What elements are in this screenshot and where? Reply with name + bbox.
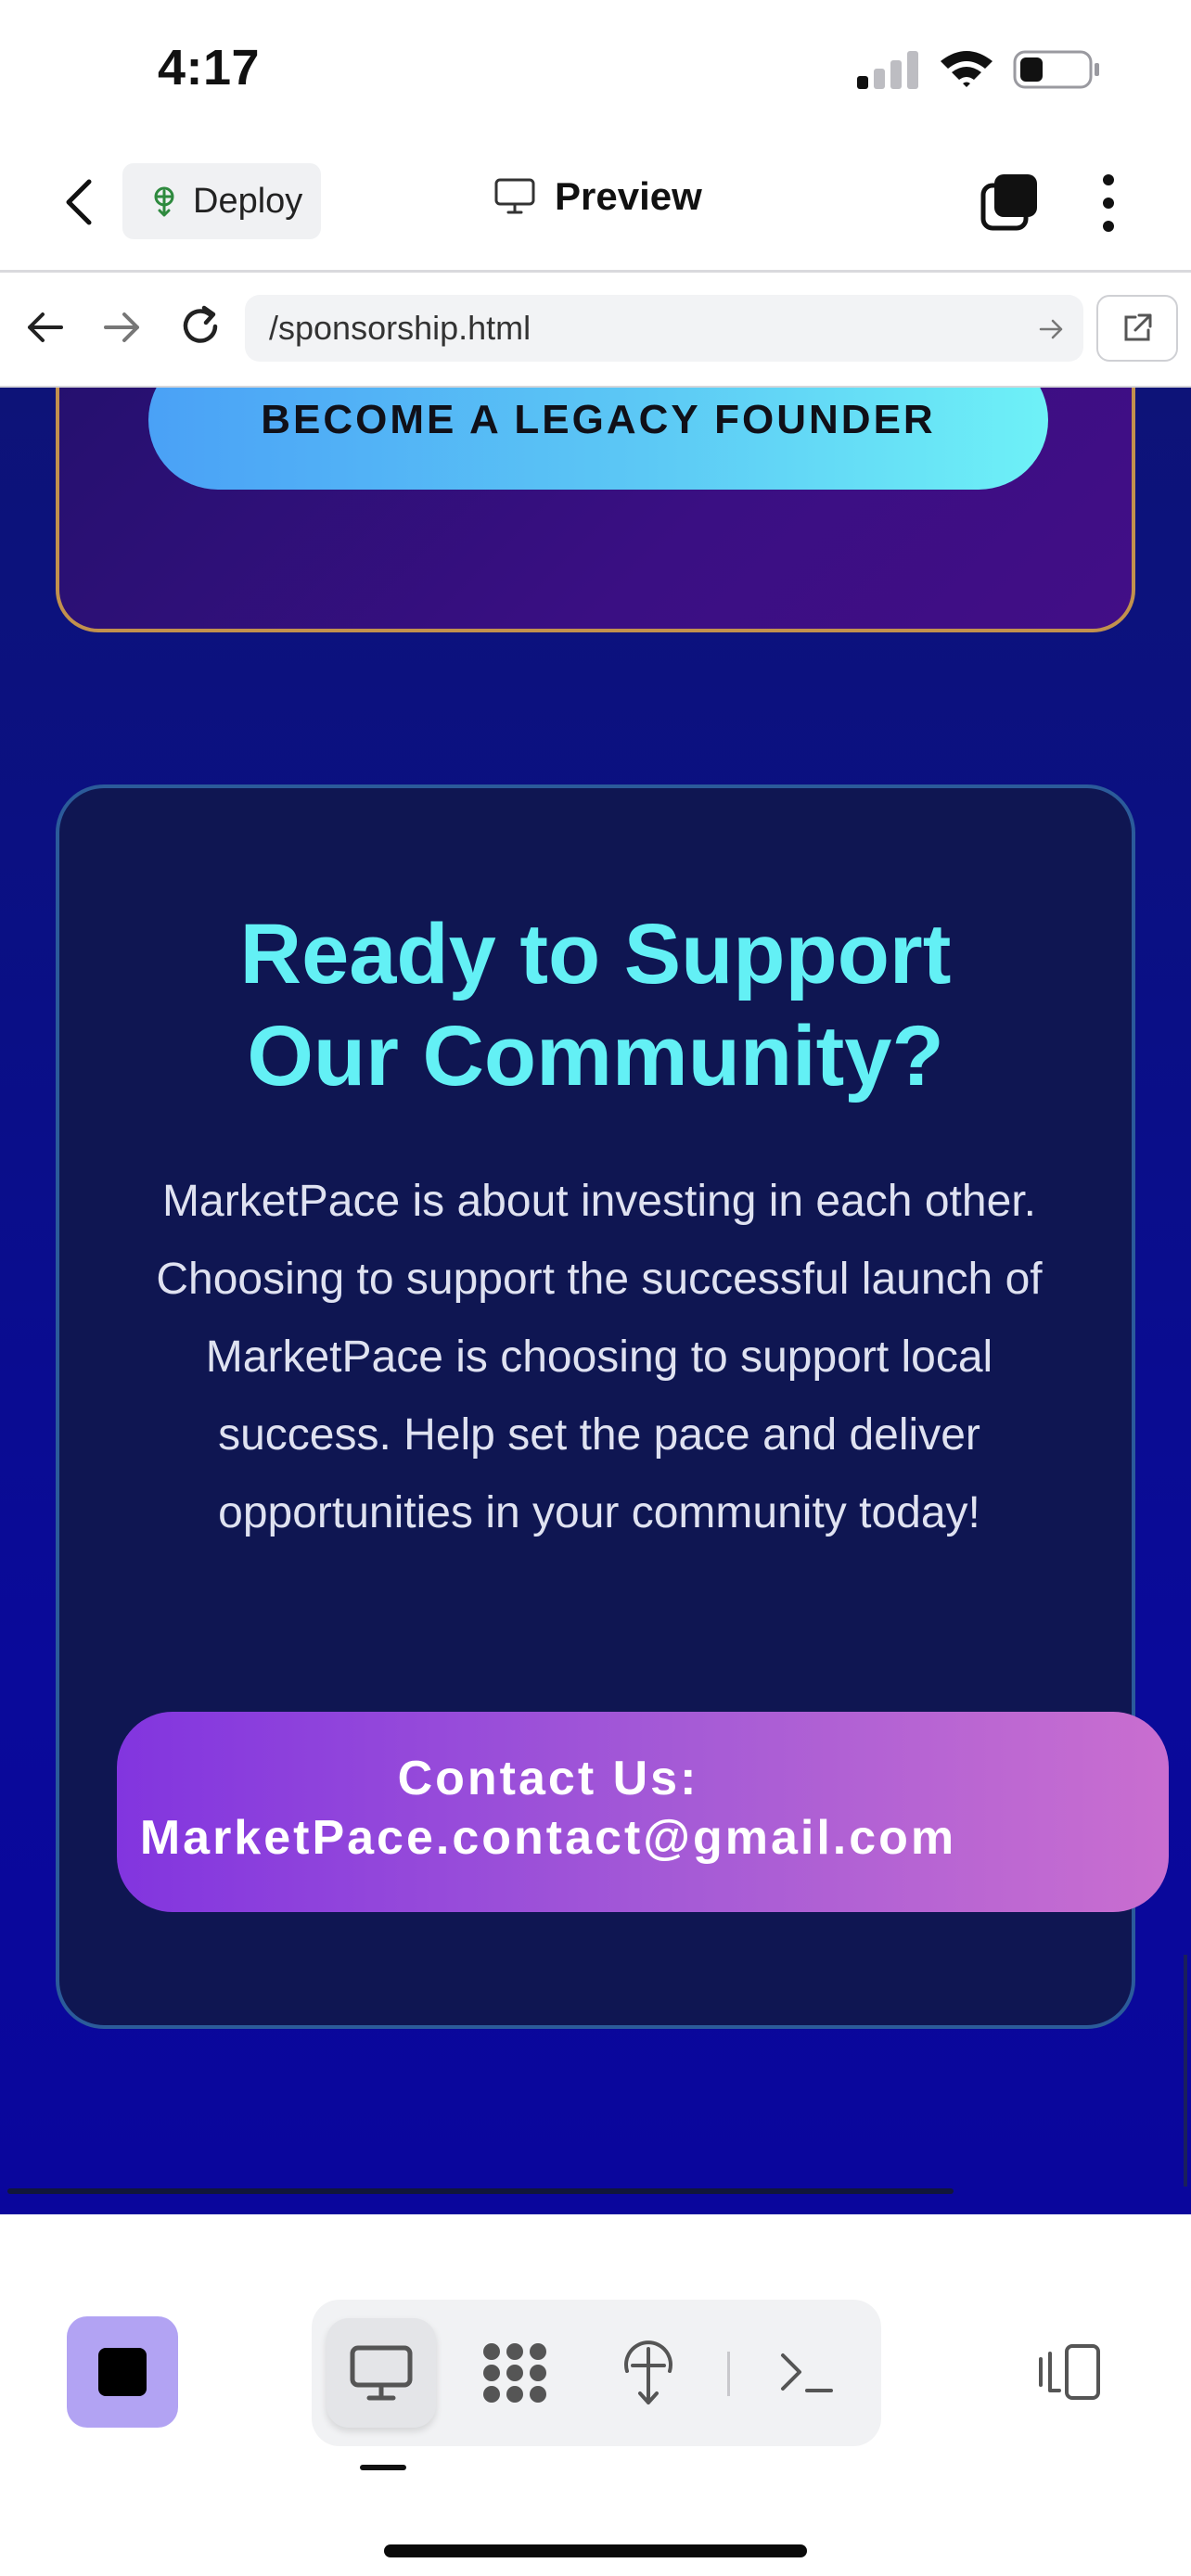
deploy-icon <box>154 186 174 217</box>
reload-icon[interactable] <box>176 302 224 351</box>
become-legacy-founder-button[interactable]: BECOME A LEGACY FOUNDER <box>148 388 1048 490</box>
wifi-icon <box>941 51 992 87</box>
deploy-view-button[interactable] <box>594 2318 703 2428</box>
active-tab-indicator <box>360 2465 406 2470</box>
support-title: Ready to Support Our Community? <box>59 903 1132 1107</box>
terminal-icon <box>781 2353 833 2392</box>
desktop-view-button[interactable] <box>327 2318 436 2428</box>
open-external-icon <box>1124 313 1152 341</box>
monitor-icon <box>494 178 535 214</box>
stop-icon <box>98 2348 147 2396</box>
switcher-divider <box>727 2352 730 2396</box>
desktop-icon <box>350 2345 413 2401</box>
bottom-toolbar <box>0 2255 1191 2576</box>
web-preview[interactable]: BECOME A LEGACY FOUNDER Ready to Support… <box>0 388 1191 2214</box>
arrow-left-icon[interactable] <box>24 306 67 349</box>
deploy-antenna-icon <box>624 2340 672 2404</box>
view-switcher <box>312 2300 881 2446</box>
more-icon[interactable] <box>1095 172 1122 234</box>
deploy-label: Deploy <box>193 181 303 221</box>
signal-icon <box>857 51 918 89</box>
support-body-text: MarketPace is about investing in each ot… <box>156 1177 1043 1537</box>
app-top-bar: Deploy Preview <box>0 139 1191 273</box>
status-bar: 4:17 <box>0 0 1191 139</box>
preview-title: Preview <box>493 174 702 219</box>
contact-email: MarketPace.contact@gmail.com <box>139 1811 957 1865</box>
arrow-right-icon[interactable] <box>100 306 143 349</box>
status-time: 4:17 <box>158 40 261 96</box>
go-arrow-icon[interactable] <box>1037 315 1065 343</box>
legacy-founder-card: BECOME A LEGACY FOUNDER <box>56 388 1135 632</box>
terminal-view-button[interactable] <box>751 2318 861 2428</box>
preview-label: Preview <box>555 174 702 218</box>
grid-icon <box>483 2343 546 2403</box>
url-text: /sponsorship.html <box>269 309 531 347</box>
layout-icon[interactable] <box>1035 2342 1102 2402</box>
legacy-button-label: BECOME A LEGACY FOUNDER <box>261 397 936 442</box>
support-title-line2: Our Community? <box>247 1009 944 1103</box>
battery-icon <box>1013 50 1099 89</box>
browser-url-bar: /sponsorship.html <box>0 273 1191 388</box>
grid-view-button[interactable] <box>460 2318 570 2428</box>
tabs-icon[interactable] <box>980 172 1039 232</box>
url-input[interactable]: /sponsorship.html <box>245 295 1083 362</box>
horizontal-scrollbar[interactable] <box>7 2188 954 2194</box>
contact-us-button[interactable]: Contact Us: MarketPace.contact@gmail.com <box>117 1712 1169 1912</box>
deploy-button[interactable]: Deploy <box>122 163 321 239</box>
back-chevron-icon[interactable] <box>58 174 102 230</box>
stop-button[interactable] <box>67 2316 178 2428</box>
support-title-line1: Ready to Support <box>239 907 952 1001</box>
home-indicator <box>384 2544 807 2557</box>
contact-line1: Contact Us: <box>397 1752 699 1805</box>
open-external-button[interactable] <box>1096 295 1178 362</box>
vertical-scrollbar[interactable] <box>1184 1955 1187 2187</box>
